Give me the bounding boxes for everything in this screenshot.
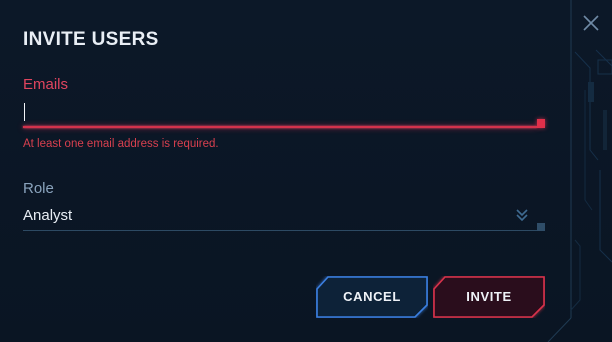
cancel-button-label: CANCEL [343,289,401,304]
page: INVITE USERS Emails At least one email a… [0,0,612,342]
text-caret [24,103,25,121]
emails-label: Emails [23,76,69,93]
role-label: Role [23,180,54,197]
role-selected-value: Analyst [23,207,73,224]
dialog-title: INVITE USERS [23,29,159,50]
cancel-button[interactable]: CANCEL [316,276,428,318]
close-button[interactable] [578,10,604,36]
role-field-marker [537,223,545,231]
close-icon [583,15,599,31]
invite-button[interactable]: INVITE [433,276,545,318]
role-underline [23,230,545,231]
invite-users-dialog: INVITE USERS Emails At least one email a… [0,0,570,342]
emails-underline [23,126,537,128]
invite-button-label: INVITE [466,289,512,304]
role-select[interactable]: Analyst [23,203,545,231]
emails-input[interactable] [23,100,537,124]
emails-field-marker [537,119,545,128]
double-chevron-down-icon [516,209,528,222]
emails-error-message: At least one email address is required. [23,138,219,150]
